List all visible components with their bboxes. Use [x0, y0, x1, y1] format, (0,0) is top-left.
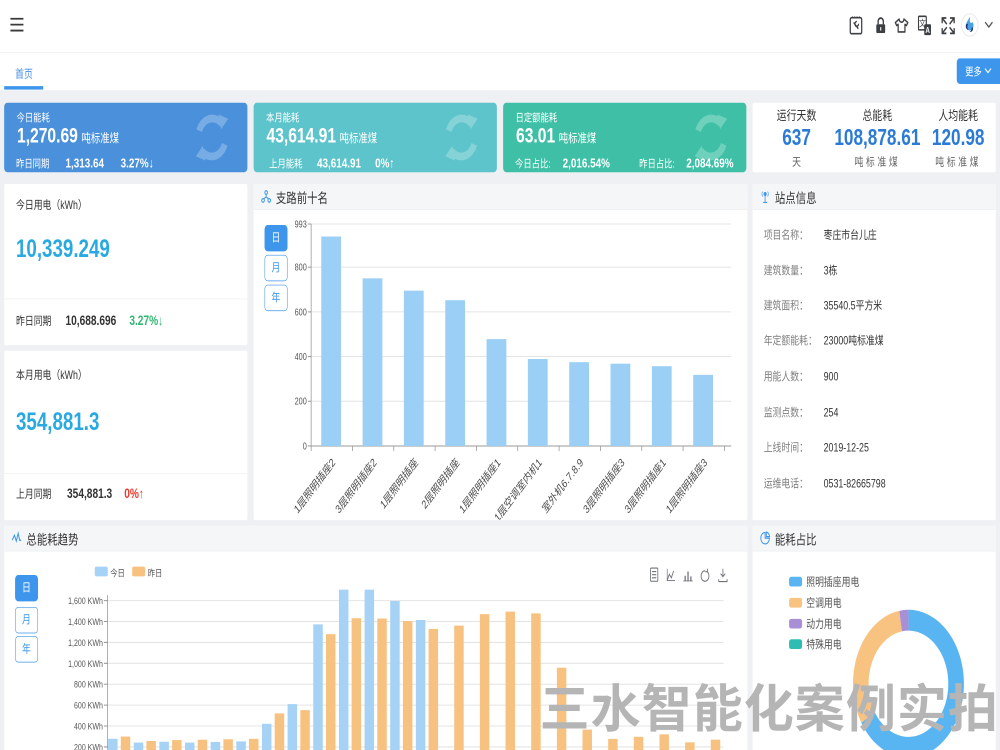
- svg-text:照明插座用电: 照明插座用电: [806, 576, 860, 590]
- svg-text:200 KWh: 200 KWh: [74, 743, 103, 750]
- svg-text:0: 0: [303, 440, 307, 451]
- svg-text:200: 200: [294, 396, 306, 407]
- svg-text:3层照明插座1: 3层照明插座1: [623, 456, 669, 517]
- svg-text:A: A: [925, 25, 930, 35]
- svg-text:800: 800: [294, 262, 306, 273]
- svg-text:1,400 KWh: 1,400 KWh: [68, 617, 103, 627]
- svg-text:1层照明插座1: 1层照明插座1: [457, 456, 503, 517]
- svg-text:800 KWh: 800 KWh: [74, 680, 103, 690]
- svg-text:600 KWh: 600 KWh: [74, 701, 103, 711]
- svg-text:空调用电: 空调用电: [806, 597, 842, 611]
- svg-text:1,600 KWh: 1,600 KWh: [68, 596, 103, 606]
- svg-text:600: 600: [294, 306, 306, 317]
- svg-text:1,000 KWh: 1,000 KWh: [68, 659, 103, 669]
- svg-text:1,200 KWh: 1,200 KWh: [68, 638, 103, 648]
- svg-text:1层照明插座2: 1层照明插座2: [292, 456, 338, 517]
- svg-text:3层照明插座3: 3层照明插座3: [581, 456, 627, 517]
- svg-text:3层照明插座2: 3层照明插座2: [333, 456, 379, 517]
- svg-text:动力用电: 动力用电: [806, 618, 842, 632]
- svg-text:400 KWh: 400 KWh: [74, 722, 103, 732]
- svg-text:400: 400: [294, 351, 306, 362]
- svg-text:993: 993: [294, 218, 306, 229]
- svg-text:1层照明插座3: 1层照明插座3: [664, 456, 710, 517]
- svg-text:室外机6.7.8.9: 室外机6.7.8.9: [540, 456, 585, 516]
- svg-text:特殊用电: 特殊用电: [806, 639, 842, 653]
- svg-text:2层照明插座: 2层照明插座: [420, 456, 462, 512]
- svg-text:1层照明插座: 1层照明插座: [378, 456, 420, 512]
